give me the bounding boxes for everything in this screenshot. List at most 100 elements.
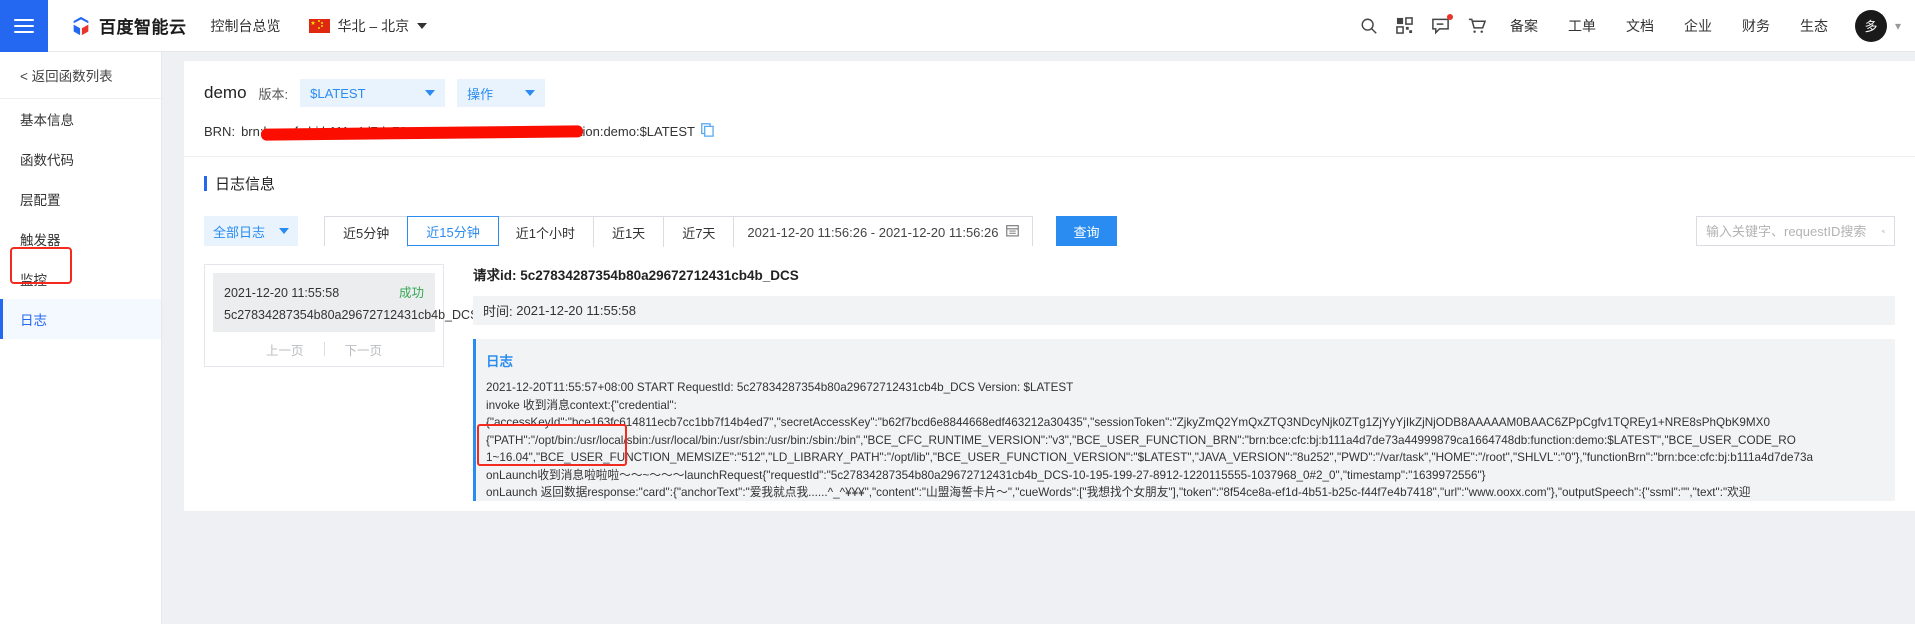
brn-row: BRN: brn:bce:cfc:bj:b111a4d7de73a4499987… xyxy=(204,123,1895,140)
console-overview-link[interactable]: 控制台总览 xyxy=(211,16,281,36)
nav-link-beian[interactable]: 备案 xyxy=(1495,16,1553,36)
calendar-icon xyxy=(1006,224,1020,240)
query-button[interactable]: 查询 xyxy=(1056,216,1117,246)
copy-glyph xyxy=(701,123,714,137)
version-select-value: $LATEST xyxy=(310,85,366,101)
status-badge: 成功 xyxy=(398,286,424,300)
nav-link-ecosystem[interactable]: 生态 xyxy=(1785,16,1843,36)
page-body: < 返回函数列表 基本信息 函数代码 层配置 触发器 监控 日志 demo 版本 xyxy=(0,52,1915,624)
log-area: 2021-12-20 11:55:58 成功 5c27834287354b80a… xyxy=(204,264,1895,501)
brand-logo-link[interactable]: 百度智能云 xyxy=(70,13,187,38)
chevron-down-icon xyxy=(425,90,436,96)
sidebar-item-label: 触发器 xyxy=(20,233,61,248)
log-line: {"PATH":"/opt/bin:/usr/local/sbin:/usr/l… xyxy=(486,433,1796,447)
nav-link-docs[interactable]: 文档 xyxy=(1611,16,1669,36)
time-range-segmented-control: 近5分钟 近15分钟 近1个小时 近1天 近7天 2021-12-20 11:5… xyxy=(324,216,1034,247)
next-page-button[interactable]: 下一页 xyxy=(325,340,403,359)
version-select[interactable]: $LATEST xyxy=(300,79,446,107)
region-selector[interactable]: 华北 – 北京 xyxy=(308,16,428,36)
request-time-value: 2021-12-20 11:55:58 xyxy=(516,303,636,318)
brn-value-wrapper: brn:bce:cfc:bj:b111a4d7de73a44999879ca16… xyxy=(241,124,695,140)
time-range-7days[interactable]: 近7天 xyxy=(664,217,735,247)
section-title-text: 日志信息 xyxy=(215,176,276,193)
request-list-panel: 2021-12-20 11:55:58 成功 5c27834287354b80a… xyxy=(204,264,478,367)
log-output-title: 日志 xyxy=(486,354,513,369)
cart-icon[interactable] xyxy=(1459,0,1495,52)
sidebar-item-label: 监控 xyxy=(20,273,47,288)
avatar[interactable]: 多 xyxy=(1854,9,1887,42)
version-label: 版本: xyxy=(258,86,289,102)
prev-page-button[interactable]: 上一页 xyxy=(246,340,324,359)
log-filter-toolbar: 全部日志 近5分钟 近15分钟 近1个小时 近1天 近7天 2021-12-20… xyxy=(204,216,1895,247)
cart-glyph xyxy=(1469,18,1487,33)
sidebar: < 返回函数列表 基本信息 函数代码 层配置 触发器 监控 日志 xyxy=(0,52,162,624)
nav-link-enterprise[interactable]: 企业 xyxy=(1669,16,1727,36)
function-header: demo 版本: $LATEST 操作 BRN: brn:bce:cfc:bj:… xyxy=(184,61,1915,157)
sidebar-item-label: 函数代码 xyxy=(20,153,74,168)
message-icon[interactable] xyxy=(1423,0,1459,52)
search-icon[interactable] xyxy=(1351,0,1387,52)
china-flag-icon xyxy=(308,18,330,33)
hamburger-menu-icon[interactable] xyxy=(0,0,48,52)
brand-name: 百度智能云 xyxy=(99,18,187,37)
topbar-right-group: 备案 工单 文档 企业 财务 生态 多 ▾ xyxy=(1351,0,1915,52)
sidebar-item-label: 基本信息 xyxy=(20,113,74,128)
log-line: 1~16.04","BCE_USER_FUNCTION_MEMSIZE":"51… xyxy=(486,451,1813,464)
log-line: onLaunch 返回数据response:"card":{"anchorTex… xyxy=(486,486,1751,499)
date-range-value: 2021-12-20 11:56:26 - 2021-12-20 11:56:2… xyxy=(747,224,999,240)
main-content: demo 版本: $LATEST 操作 BRN: brn:bce:cfc:bj:… xyxy=(162,52,1915,624)
region-name: 华北 – 北京 xyxy=(337,17,410,34)
baidu-cloud-logo-icon xyxy=(73,16,89,35)
log-type-value: 全部日志 xyxy=(213,224,266,240)
brn-label: BRN: xyxy=(204,124,236,139)
sidebar-item-layer-config[interactable]: 层配置 xyxy=(0,179,161,219)
copy-icon[interactable] xyxy=(701,123,714,140)
request-id-value: 5c27834287354b80a29672712431cb4b_DCS xyxy=(520,268,799,283)
content-card: demo 版本: $LATEST 操作 BRN: brn:bce:cfc:bj:… xyxy=(184,61,1915,511)
time-range-5min[interactable]: 近5分钟 xyxy=(325,217,409,247)
search-input[interactable] xyxy=(1706,223,1882,239)
list-item[interactable]: 2021-12-20 11:55:58 成功 5c27834287354b80a… xyxy=(213,273,478,332)
log-output-lines: 2021-12-20T11:55:57+08:00 START RequestI… xyxy=(486,379,1895,501)
nav-link-finance[interactable]: 财务 xyxy=(1727,16,1785,36)
unread-badge xyxy=(1446,13,1453,20)
pagination: 上一页 下一页 xyxy=(213,332,435,366)
action-select[interactable]: 操作 xyxy=(457,79,546,107)
chevron-down-icon[interactable]: ▾ xyxy=(1895,19,1901,33)
back-to-function-list-link[interactable]: < 返回函数列表 xyxy=(0,52,161,99)
qrcode-glyph xyxy=(1396,17,1414,34)
request-item-header: 2021-12-20 11:55:58 成功 xyxy=(224,282,424,301)
sidebar-item-function-code[interactable]: 函数代码 xyxy=(0,139,161,179)
section-accent-bar xyxy=(204,176,207,191)
top-navigation-bar: 百度智能云 控制台总览 华北 – 北京 备案 工单 文档 企业 财务 生态 多 … xyxy=(0,0,1915,52)
log-line: invoke 收到消息context:{"credential": xyxy=(486,398,677,412)
log-type-select[interactable]: 全部日志 xyxy=(204,216,299,246)
request-detail-panel: 请求id: 5c27834287354b80a29672712431cb4b_D… xyxy=(444,264,1895,501)
sidebar-item-monitor[interactable]: 监控 xyxy=(0,259,161,299)
nav-link-ticket[interactable]: 工单 xyxy=(1553,16,1611,36)
qrcode-icon[interactable] xyxy=(1387,0,1423,52)
log-search-box[interactable] xyxy=(1696,216,1895,246)
sidebar-item-label: 日志 xyxy=(20,313,47,328)
sidebar-item-basic-info[interactable]: 基本信息 xyxy=(0,99,161,139)
chevron-down-icon xyxy=(525,90,536,96)
log-line: {"accessKeyId":"bce163fc614811ecb7cc1bb7… xyxy=(486,416,1770,429)
date-range-picker[interactable]: 2021-12-20 11:56:26 - 2021-12-20 11:56:2… xyxy=(734,217,1033,247)
log-line: onLaunch收到消息啦啦啦～～~～～～launchRequest{"requ… xyxy=(486,468,1486,482)
time-range-15min[interactable]: 近15分钟 xyxy=(407,216,499,246)
time-range-1day[interactable]: 近1天 xyxy=(593,217,665,247)
calendar-glyph xyxy=(1006,225,1020,237)
chevron-down-icon xyxy=(279,228,290,234)
chevron-down-icon xyxy=(417,22,428,29)
request-id-label: 请求id: xyxy=(473,268,517,283)
time-range-1hour[interactable]: 近1个小时 xyxy=(497,217,594,247)
request-detail-title: 请求id: 5c27834287354b80a29672712431cb4b_D… xyxy=(473,264,1895,284)
search-glyph xyxy=(1361,18,1377,34)
log-line: 2021-12-20T11:55:57+08:00 START RequestI… xyxy=(486,381,1074,394)
sidebar-item-logs[interactable]: 日志 xyxy=(0,299,161,339)
sidebar-item-trigger[interactable]: 触发器 xyxy=(0,219,161,259)
hamburger-bars xyxy=(14,15,34,37)
request-time: 2021-12-20 11:55:58 xyxy=(224,286,340,300)
request-time-bar: 时间: 2021-12-20 11:55:58 xyxy=(473,296,1895,325)
search-icon[interactable] xyxy=(1882,224,1885,239)
